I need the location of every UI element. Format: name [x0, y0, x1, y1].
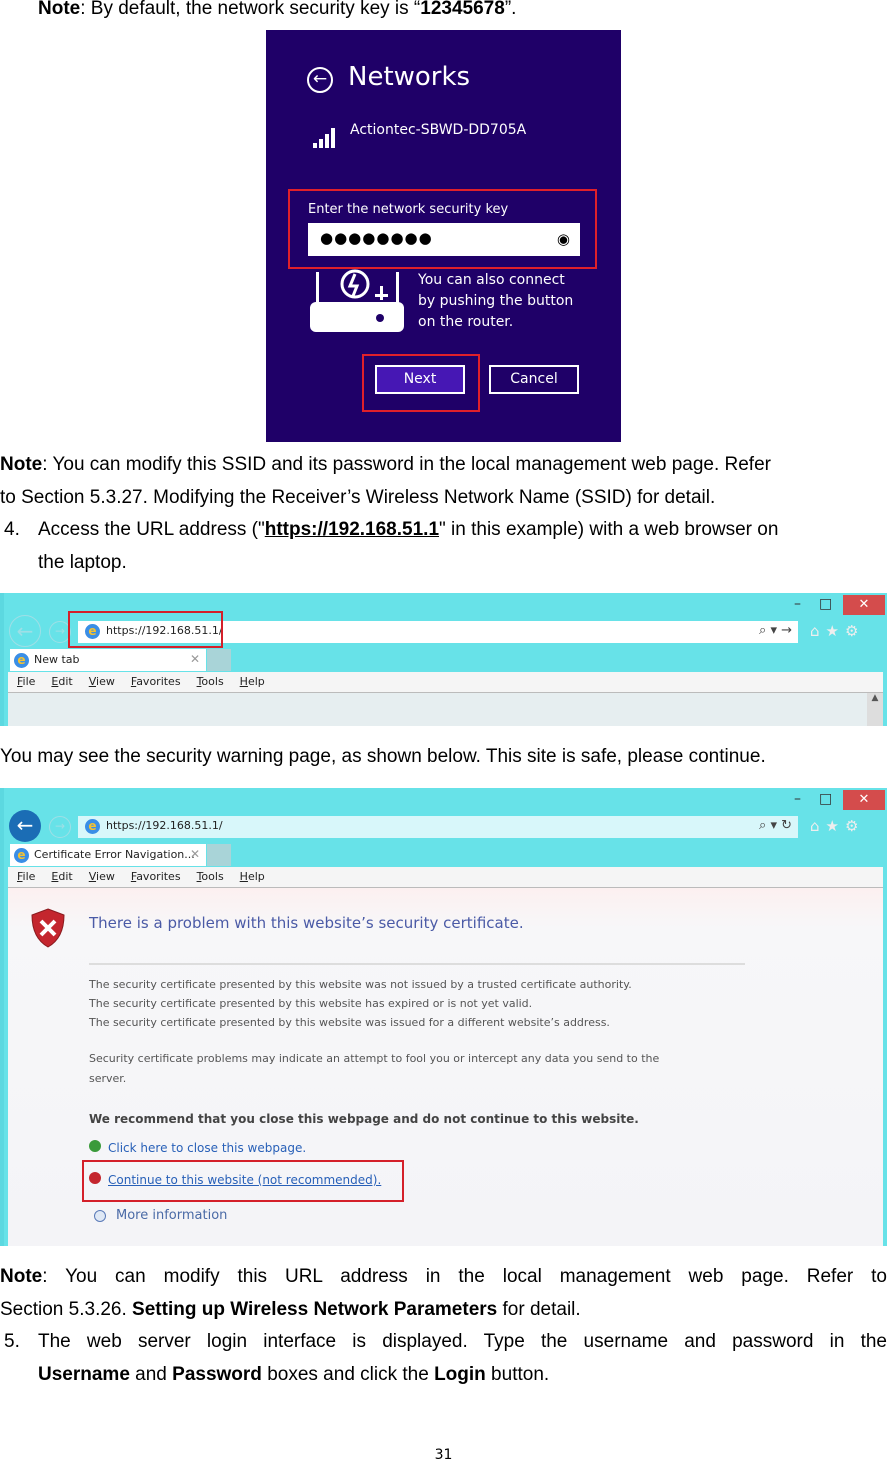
scroll-up-icon[interactable]: ▲	[867, 693, 883, 703]
certificate-error-page: There is a problem with this website’s s…	[8, 888, 883, 1246]
networks-panel: ← Networks Actiontec-SBWD-DD705A Enter t…	[266, 30, 621, 442]
security-key-label: Enter the network security key	[308, 202, 509, 217]
back-arrow-icon[interactable]: ←	[307, 67, 333, 93]
security-key-input[interactable]: ●●●●●●●● ◉	[308, 223, 580, 256]
new-tab-button[interactable]	[207, 844, 231, 866]
divider	[89, 963, 745, 965]
cancel-button[interactable]: Cancel	[489, 365, 579, 394]
tab-new-tab[interactable]: e New tab ✕	[10, 649, 206, 671]
router-wps-icon	[310, 269, 404, 332]
next-button[interactable]: Next	[375, 365, 465, 394]
menu-edit[interactable]: Edit	[51, 870, 72, 883]
close-window-button[interactable]: ✕	[843, 595, 885, 615]
note-modify-url: Note: You can modify this URL address in…	[0, 1266, 887, 1320]
highlight-address-box	[68, 611, 223, 648]
green-shield-icon	[89, 1140, 101, 1152]
page-content: ▲	[8, 693, 883, 726]
menu-view[interactable]: View	[89, 870, 115, 883]
menu-favorites[interactable]: Favorites	[131, 675, 181, 688]
menu-file[interactable]: File	[17, 870, 35, 883]
tab-certificate-error[interactable]: e Certificate Error Navigation... ✕	[10, 844, 206, 866]
scrollbar[interactable]: ▲	[867, 693, 883, 726]
reveal-password-eye-icon[interactable]: ◉	[557, 230, 570, 248]
highlight-continue-box	[82, 1160, 404, 1202]
page-number: 31	[434, 1447, 453, 1463]
warning-paragraph: You may see the security warning page, a…	[0, 746, 766, 767]
address-bar[interactable]: e https://192.168.51.1/ ⌕ ▾ ↻	[78, 816, 798, 838]
home-favorites-settings-icons[interactable]: ⌂★⚙	[810, 817, 864, 835]
menu-edit[interactable]: Edit	[51, 675, 72, 688]
home-favorites-settings-icons[interactable]: ⌂★⚙	[810, 622, 864, 640]
expand-chevron-icon[interactable]	[94, 1210, 106, 1222]
new-tab-button[interactable]	[207, 649, 231, 671]
url-link[interactable]: https://192.168.51.1	[265, 519, 439, 540]
shield-error-icon	[31, 908, 65, 948]
menu-help[interactable]: Help	[240, 675, 265, 688]
menu-bar: File Edit View Favorites Tools Help	[8, 672, 883, 693]
note-default-key: Note: By default, the network security k…	[38, 0, 517, 19]
note-modify-ssid: Note: You can modify this SSID and its p…	[0, 454, 771, 508]
back-button[interactable]: ←	[9, 615, 41, 647]
browser-window-new-tab: – □ ✕ ← → e https://192.168.51.1/ ⌕ ▾ → …	[0, 593, 887, 726]
back-button[interactable]: ←	[9, 810, 41, 842]
menu-bar: File Edit View Favorites Tools Help	[8, 867, 883, 888]
cert-error-heading: There is a problem with this website’s s…	[89, 914, 524, 932]
menu-favorites[interactable]: Favorites	[131, 870, 181, 883]
search-refresh-icon[interactable]: ⌕ ▾ ↻	[759, 818, 792, 833]
browser-window-cert-error: – □ ✕ ← → e https://192.168.51.1/ ⌕ ▾ ↻ …	[0, 788, 887, 1246]
ie-logo-icon: e	[14, 848, 29, 863]
menu-file[interactable]: File	[17, 675, 35, 688]
maximize-icon[interactable]: □	[819, 596, 832, 612]
network-ssid: Actiontec-SBWD-DD705A	[350, 122, 527, 138]
minimize-icon[interactable]: –	[794, 791, 801, 807]
close-webpage-link[interactable]: Click here to close this webpage.	[108, 1141, 306, 1155]
default-key-value: 12345678	[420, 0, 505, 19]
step-5: 5. The web server login interface is dis…	[4, 1331, 887, 1385]
ie-logo-icon: e	[14, 653, 29, 668]
menu-tools[interactable]: Tools	[197, 870, 224, 883]
close-tab-icon[interactable]: ✕	[190, 652, 200, 666]
menu-view[interactable]: View	[89, 675, 115, 688]
step-4: 4. Access the URL address ("https://192.…	[4, 519, 779, 573]
maximize-icon[interactable]: □	[819, 791, 832, 807]
ie-logo-icon: e	[85, 819, 100, 834]
menu-help[interactable]: Help	[240, 870, 265, 883]
search-go-icon[interactable]: ⌕ ▾ →	[759, 623, 792, 638]
wifi-signal-icon	[313, 128, 335, 148]
close-window-button[interactable]: ✕	[843, 790, 885, 810]
menu-tools[interactable]: Tools	[197, 675, 224, 688]
more-information-link[interactable]: More information	[116, 1208, 227, 1223]
forward-button[interactable]: →	[49, 816, 71, 838]
close-tab-icon[interactable]: ✕	[190, 847, 200, 861]
minimize-icon[interactable]: –	[794, 596, 801, 612]
wps-instructions: You can also connect by pushing the butt…	[418, 272, 574, 330]
networks-title: Networks	[348, 62, 471, 92]
